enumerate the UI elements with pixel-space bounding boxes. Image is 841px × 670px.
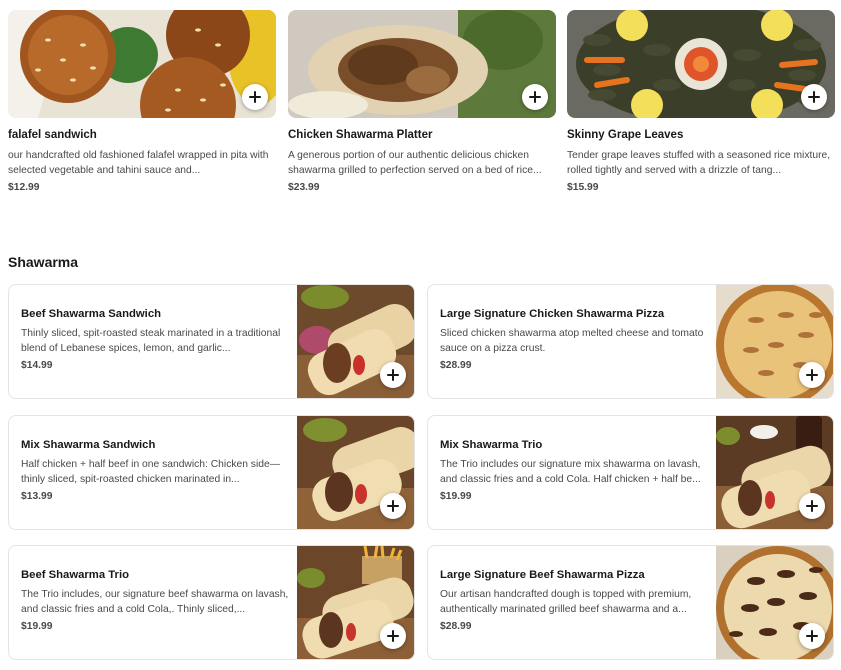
featured-item-card[interactable]: Skinny Grape Leaves Tender grape leaves … bbox=[567, 10, 835, 193]
plus-icon bbox=[806, 500, 818, 512]
item-name: Large Signature Beef Shawarma Pizza bbox=[440, 569, 645, 581]
plus-icon bbox=[387, 630, 399, 642]
item-description: Sliced chicken shawarma atop melted chee… bbox=[440, 328, 704, 354]
item-name: Skinny Grape Leaves bbox=[567, 129, 684, 141]
item-price: $23.99 bbox=[288, 182, 320, 193]
chicken-platter-image[interactable] bbox=[288, 10, 556, 118]
item-description: Our artisan handcrafted dough is topped … bbox=[440, 589, 692, 615]
featured-item-card[interactable]: Chicken Shawarma Platter A generous port… bbox=[288, 10, 556, 193]
featured-items-row: falafel sandwich our handcrafted old fas… bbox=[8, 10, 836, 200]
item-name: Mix Shawarma Sandwich bbox=[21, 439, 156, 451]
item-description: Tender grape leaves stuffed with a seaso… bbox=[567, 150, 831, 176]
item-price: $19.99 bbox=[21, 621, 53, 632]
item-name: falafel sandwich bbox=[8, 129, 97, 141]
item-name: Mix Shawarma Trio bbox=[440, 439, 543, 451]
add-to-cart-button[interactable] bbox=[799, 623, 825, 649]
add-to-cart-button[interactable] bbox=[242, 84, 268, 110]
item-description: Thinly sliced, spit-roasted steak marina… bbox=[21, 328, 281, 354]
add-to-cart-button[interactable] bbox=[799, 493, 825, 519]
menu-item-card[interactable]: Large Signature Chicken Shawarma Pizza S… bbox=[427, 284, 834, 399]
plus-icon bbox=[249, 91, 261, 103]
menu-item-card[interactable]: Large Signature Beef Shawarma Pizza Our … bbox=[427, 545, 834, 660]
item-name: Chicken Shawarma Platter bbox=[288, 129, 433, 141]
item-price: $15.99 bbox=[567, 182, 599, 193]
item-description: The Trio includes our signature mix shaw… bbox=[440, 459, 701, 485]
plus-icon bbox=[808, 91, 820, 103]
plus-icon bbox=[387, 369, 399, 381]
item-description: Half chicken + half beef in one sandwich… bbox=[21, 459, 280, 485]
add-to-cart-button[interactable] bbox=[801, 84, 827, 110]
add-to-cart-button[interactable] bbox=[380, 493, 406, 519]
plus-icon bbox=[529, 91, 541, 103]
item-name: Large Signature Chicken Shawarma Pizza bbox=[440, 308, 665, 320]
grape-leaves-image[interactable] bbox=[567, 10, 835, 118]
section-title: Shawarma bbox=[8, 254, 79, 270]
item-description: The Trio includes, our signature beef sh… bbox=[21, 589, 289, 615]
add-to-cart-button[interactable] bbox=[799, 362, 825, 388]
item-description: A generous portion of our authentic deli… bbox=[288, 150, 542, 176]
item-name: Beef Shawarma Trio bbox=[21, 569, 129, 581]
add-to-cart-button[interactable] bbox=[522, 84, 548, 110]
item-price: $19.99 bbox=[440, 491, 472, 502]
plus-icon bbox=[806, 630, 818, 642]
menu-item-card[interactable]: Mix Shawarma Trio The Trio includes our … bbox=[427, 415, 834, 530]
item-name: Beef Shawarma Sandwich bbox=[21, 308, 162, 320]
menu-item-card[interactable]: Beef Shawarma Sandwich Thinly sliced, sp… bbox=[8, 284, 415, 399]
menu-item-card[interactable]: Mix Shawarma Sandwich Half chicken + hal… bbox=[8, 415, 415, 530]
menu-item-card[interactable]: Beef Shawarma Trio The Trio includes, ou… bbox=[8, 545, 415, 660]
item-price: $28.99 bbox=[440, 360, 472, 371]
plus-icon bbox=[387, 500, 399, 512]
featured-item-card[interactable]: falafel sandwich our handcrafted old fas… bbox=[8, 10, 276, 193]
item-description: our handcrafted old fashioned falafel wr… bbox=[8, 150, 269, 176]
falafel-image[interactable] bbox=[8, 10, 276, 118]
add-to-cart-button[interactable] bbox=[380, 623, 406, 649]
plus-icon bbox=[806, 369, 818, 381]
item-price: $28.99 bbox=[440, 621, 472, 632]
item-price: $12.99 bbox=[8, 182, 40, 193]
item-price: $13.99 bbox=[21, 491, 53, 502]
add-to-cart-button[interactable] bbox=[380, 362, 406, 388]
item-price: $14.99 bbox=[21, 360, 53, 371]
